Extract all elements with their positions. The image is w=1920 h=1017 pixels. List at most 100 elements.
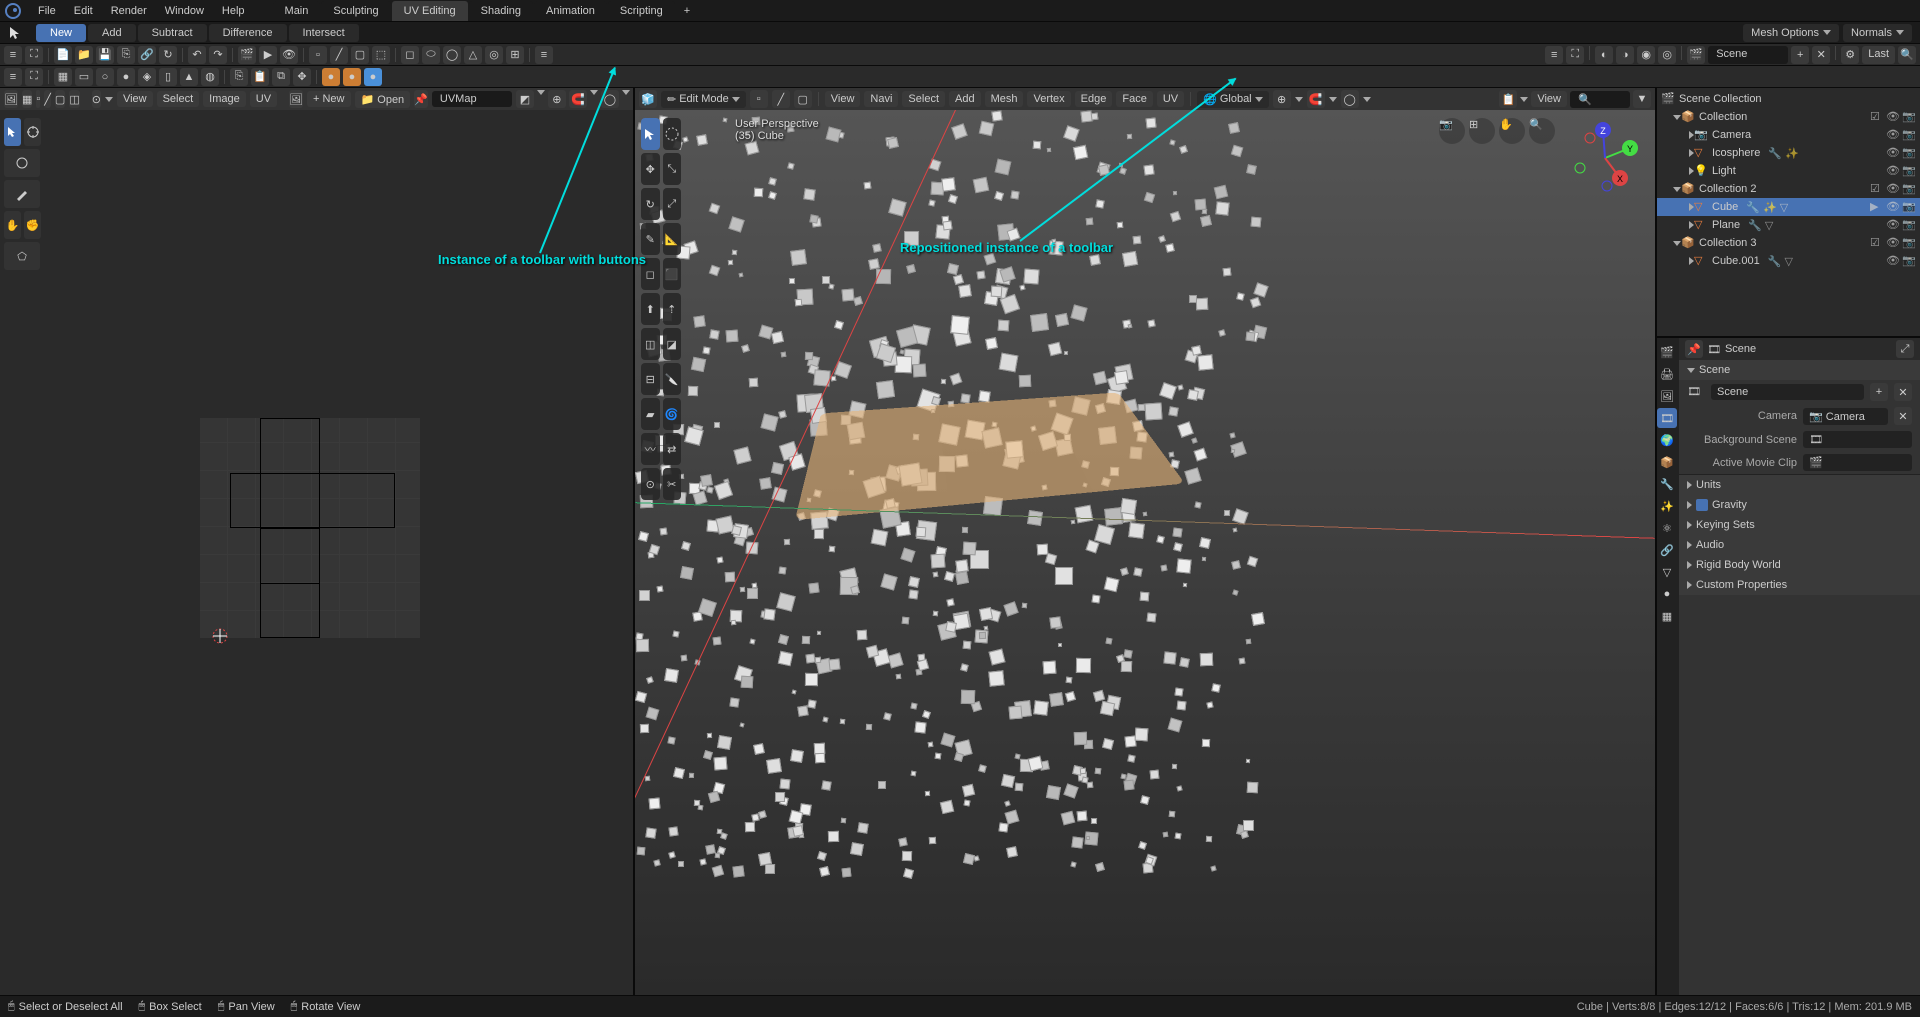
- uv-tool-cursor[interactable]: [24, 118, 41, 146]
- mesh-cone-icon[interactable]: ▲: [180, 68, 198, 86]
- ptab-material[interactable]: ●: [1657, 584, 1677, 604]
- vp-menu-navi[interactable]: Navi: [864, 91, 898, 107]
- shape-torus-icon[interactable]: ◎: [485, 46, 503, 64]
- vp-tool-knife[interactable]: 🔪: [663, 363, 682, 395]
- mesh-circle-icon[interactable]: ○: [96, 68, 114, 86]
- clip-field[interactable]: 🎬: [1803, 454, 1912, 471]
- editor-type-icon[interactable]: 🖼: [4, 90, 18, 108]
- proportional-icon[interactable]: ◯: [1341, 90, 1359, 108]
- bool-subtract[interactable]: Subtract: [138, 24, 207, 42]
- tree-cube-001[interactable]: ▽ Cube.001 🔧 ▽ 👁📷: [1657, 252, 1920, 270]
- vp-tool-shrink[interactable]: ⊙: [641, 468, 660, 500]
- menu-icon[interactable]: ≡: [4, 46, 22, 64]
- uv-open-button[interactable]: 📁 Open: [355, 91, 411, 108]
- menu-file[interactable]: File: [30, 2, 64, 20]
- search-icon[interactable]: 🔍: [1898, 46, 1916, 64]
- eye-icon[interactable]: 👁: [1886, 200, 1900, 214]
- link-icon[interactable]: 🔗: [138, 46, 156, 64]
- cursor-mode-icon[interactable]: [8, 25, 24, 41]
- scene-list-icon[interactable]: 📋: [1499, 90, 1517, 108]
- scene-view-icon[interactable]: 🎬: [1687, 46, 1705, 64]
- uv-overlay-icon[interactable]: ◩: [516, 90, 534, 108]
- eye-icon[interactable]: 👁: [1886, 254, 1900, 268]
- 3d-viewport[interactable]: 🧊 ✏ Edit Mode ▫ ╱ ▢ View Navi Select Add…: [635, 88, 1655, 995]
- refresh-icon[interactable]: ↻: [159, 46, 177, 64]
- vp-tool-select[interactable]: [641, 118, 660, 150]
- tree-collection-2[interactable]: 📦 Collection 2 ☑👁📷: [1657, 180, 1920, 198]
- view-render-icon[interactable]: 👁: [280, 46, 298, 64]
- filter-icon[interactable]: ▼: [1633, 90, 1651, 108]
- gravity-checkbox[interactable]: [1696, 499, 1708, 511]
- uv-select-island-icon[interactable]: ◫: [69, 90, 79, 108]
- uv-tool-annotate[interactable]: [4, 180, 40, 208]
- move-icon[interactable]: ✥: [293, 68, 311, 86]
- uv-tool-move[interactable]: [4, 149, 40, 177]
- outliner-search-input[interactable]: 🔍: [1570, 91, 1630, 108]
- eye-icon[interactable]: 👁: [1886, 128, 1900, 142]
- select-icon[interactable]: ▶: [1870, 200, 1884, 214]
- render-icon[interactable]: 📷: [1902, 128, 1916, 142]
- add-scene-icon[interactable]: +: [1791, 46, 1809, 64]
- vp-tool-scale[interactable]: ⤢: [663, 188, 682, 220]
- vp-menu-select[interactable]: Select: [902, 91, 945, 107]
- remove-icon[interactable]: ✕: [1894, 383, 1912, 401]
- new-file-icon[interactable]: 📄: [54, 46, 72, 64]
- viewport-3d-canvas[interactable]: [635, 110, 1655, 995]
- perspective-toggle-icon[interactable]: ⊞: [1469, 118, 1495, 144]
- display-mode-2-icon[interactable]: ◑: [1616, 46, 1634, 64]
- vp-tool-move[interactable]: ✥: [641, 153, 660, 185]
- material-1-icon[interactable]: ●: [322, 68, 340, 86]
- undo-icon[interactable]: ↶: [188, 46, 206, 64]
- bool-add[interactable]: Add: [88, 24, 136, 42]
- select-uv-icon[interactable]: ⬚: [372, 46, 390, 64]
- select-vertex-icon[interactable]: ▫: [309, 46, 327, 64]
- vp-tool-inset[interactable]: ◫: [641, 328, 660, 360]
- vp-tool-bevel[interactable]: ◪: [663, 328, 682, 360]
- eye-icon[interactable]: 👁: [1886, 236, 1900, 250]
- render-icon[interactable]: 📷: [1902, 164, 1916, 178]
- vp-tool-loop-cut[interactable]: ⊟: [641, 363, 660, 395]
- vp-tool-rotate[interactable]: ↻: [641, 188, 660, 220]
- vp-tool-cursor[interactable]: [663, 118, 682, 150]
- eye-icon[interactable]: 👁: [1886, 164, 1900, 178]
- bool-difference[interactable]: Difference: [209, 24, 287, 42]
- uv-canvas[interactable]: [200, 418, 420, 638]
- uv-tool-rip[interactable]: ✋: [4, 211, 21, 239]
- ptab-output[interactable]: 🖨: [1657, 364, 1677, 384]
- vp-tool-extrude-normals[interactable]: ⇡: [663, 293, 682, 325]
- uv-select-edge-icon[interactable]: ╱: [44, 90, 51, 108]
- menu-help[interactable]: Help: [214, 2, 253, 20]
- render-icon[interactable]: 📷: [1902, 236, 1916, 250]
- select-edge-icon[interactable]: ╱: [330, 46, 348, 64]
- duplicate-icon[interactable]: ⧉: [272, 68, 290, 86]
- camera-field[interactable]: 📷 Camera: [1803, 408, 1888, 425]
- menu-icon[interactable]: ≡: [1545, 46, 1563, 64]
- vp-menu-uv[interactable]: UV: [1157, 91, 1184, 107]
- vp-menu-view[interactable]: View: [825, 91, 861, 107]
- fullscreen-icon[interactable]: ⛶: [25, 68, 43, 86]
- material-2-icon[interactable]: ●: [343, 68, 361, 86]
- mesh-torus-icon[interactable]: ◍: [201, 68, 219, 86]
- render-icon[interactable]: 📷: [1902, 218, 1916, 232]
- workspace-uv-editing[interactable]: UV Editing: [392, 1, 468, 21]
- editor-type-icon[interactable]: 🧊: [639, 90, 657, 108]
- render-still-icon[interactable]: 🎬: [238, 46, 256, 64]
- save-file-icon[interactable]: 💾: [96, 46, 114, 64]
- shape-grid-icon[interactable]: ⊞: [506, 46, 524, 64]
- uv-sync-icon[interactable]: ▦: [22, 90, 32, 108]
- append-icon[interactable]: ⎘: [117, 46, 135, 64]
- render-icon[interactable]: 📷: [1902, 200, 1916, 214]
- uv-menu-view[interactable]: View: [117, 91, 153, 107]
- props-section-gravity[interactable]: Gravity: [1679, 495, 1920, 515]
- bool-intersect[interactable]: Intersect: [289, 24, 359, 42]
- menu-edit[interactable]: Edit: [66, 2, 101, 20]
- shape-sphere-icon[interactable]: ◯: [443, 46, 461, 64]
- outliner-menu-view[interactable]: View: [1531, 91, 1567, 107]
- tree-icosphere[interactable]: ▽ Icosphere 🔧 ✨ 👁📷: [1657, 144, 1920, 162]
- workspace-scripting[interactable]: Scripting: [608, 1, 675, 21]
- tree-collection-3[interactable]: 📦 Collection 3 ☑👁📷: [1657, 234, 1920, 252]
- vp-tool-extrude-region[interactable]: ⬛: [663, 258, 682, 290]
- ptab-physics[interactable]: ⚛: [1657, 518, 1677, 538]
- tree-scene-collection[interactable]: 🎬 Scene Collection: [1657, 90, 1920, 108]
- tree-camera[interactable]: 📷 Camera 👁📷: [1657, 126, 1920, 144]
